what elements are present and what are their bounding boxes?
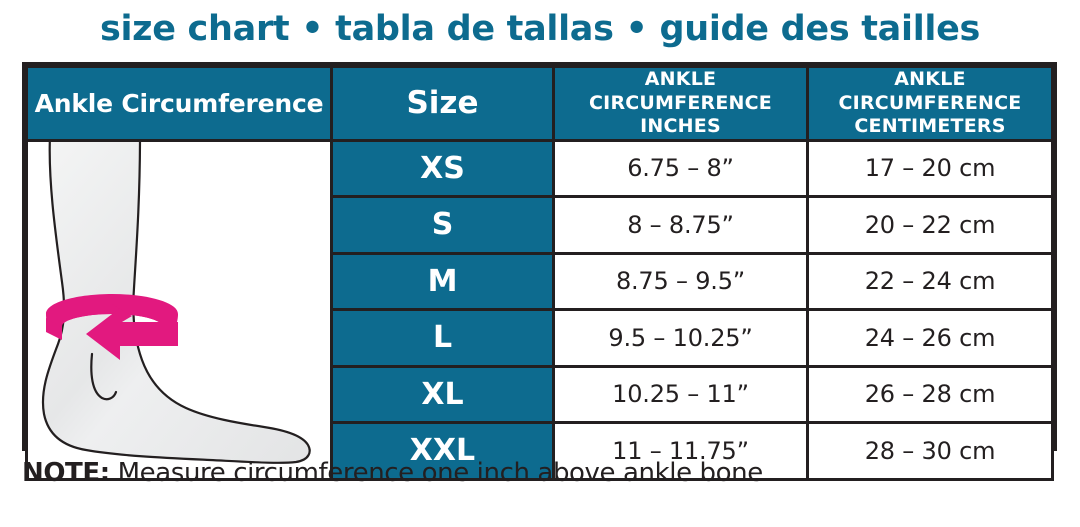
inches-header-line-3: INCHES [640,115,721,138]
centimeters-value: 22 – 24 cm [806,251,1054,312]
centimeters-value: 24 – 26 cm [806,308,1054,368]
measurement-note: NOTE: Measure circumference one inch abo… [22,458,763,488]
centimeters-header-line-2: CIRCUMFERENCE [838,91,1022,114]
size-label: XS [330,138,555,199]
note-label: NOTE: [22,458,110,488]
inches-value: 8.75 – 9.5” [552,251,809,312]
inches-value: 6.75 – 8” [552,138,809,199]
centimeters-header-line-3: CENTIMETERS [854,115,1006,138]
ankle-circumference-header: Ankle Circumference [25,65,333,142]
size-label: M [330,251,555,312]
inches-header-line-2: CIRCUMFERENCE [589,91,772,114]
centimeters-header-line-1: ANKLE [894,68,966,90]
ankle-illustration-cell [25,138,333,481]
table-header-row: Ankle Circumference Size ANKLE CIRCUMFER… [25,65,1054,142]
size-label: L [330,308,555,368]
table-row: XS 6.75 – 8” 17 – 20 cm [25,138,1054,481]
inches-value: 8 – 8.75” [552,195,809,255]
size-chart-table-container: Ankle Circumference Size ANKLE CIRCUMFER… [22,62,1057,481]
note-text: Measure circumference one inch above ank… [109,458,764,488]
inches-value: 10.25 – 11” [552,364,809,425]
centimeters-value: 28 – 30 cm [806,421,1054,481]
centimeters-value: 20 – 22 cm [806,195,1054,255]
inches-column-header: ANKLE CIRCUMFERENCE INCHES [552,65,809,142]
inches-value: 9.5 – 10.25” [552,308,809,368]
leg-measuring-diagram-icon [41,141,311,464]
size-column-header: Size [330,65,555,142]
size-label: XL [330,364,555,425]
page-title: size chart • tabla de tallas • guide des… [99,9,981,49]
inches-header-line-1: ANKLE [644,68,717,90]
centimeters-column-header: ANKLE CIRCUMFERENCE CENTIMETERS [806,65,1054,142]
size-chart-table: Ankle Circumference Size ANKLE CIRCUMFER… [25,65,1054,481]
size-label: S [330,195,555,255]
centimeters-value: 26 – 28 cm [806,364,1054,425]
centimeters-value: 17 – 20 cm [806,138,1054,199]
ankle-illustration [28,141,330,478]
